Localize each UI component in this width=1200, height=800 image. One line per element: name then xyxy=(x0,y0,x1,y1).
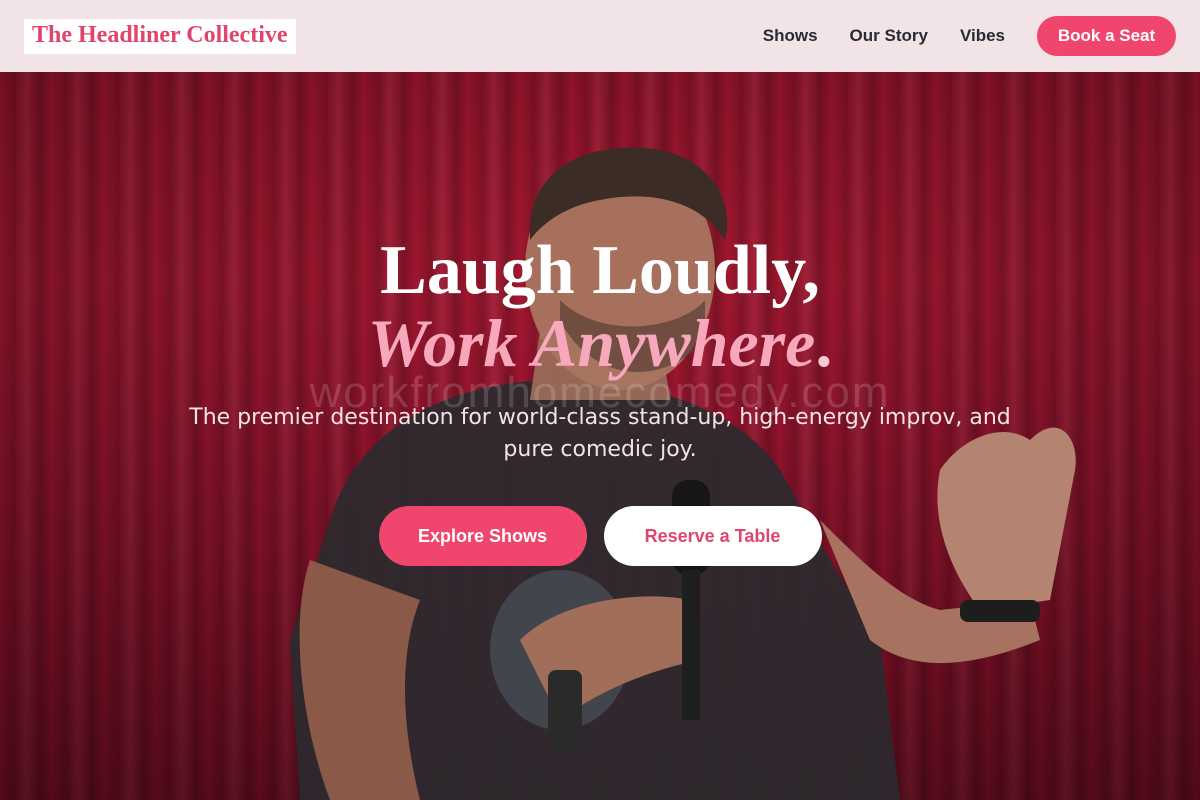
explore-shows-button[interactable]: Explore Shows xyxy=(378,506,587,566)
nav-link-our-story[interactable]: Our Story xyxy=(850,26,928,46)
hero-section: workfromhomecomedy.com xyxy=(0,0,1200,800)
hero-headline-line2: Work Anywhere. xyxy=(0,305,1200,381)
reserve-table-button[interactable]: Reserve a Table xyxy=(603,506,822,566)
hero-cta-group: Explore Shows Reserve a Table xyxy=(0,506,1200,566)
main-nav: Shows Our Story Vibes Book a Seat xyxy=(731,16,1176,56)
hero-headline-line1: Laugh Loudly, xyxy=(380,232,820,309)
hero-headline-line2-text: Work Anywhere xyxy=(367,305,816,381)
hero-headline-period: . xyxy=(815,305,833,381)
site-logo[interactable]: The Headliner Collective xyxy=(24,18,296,54)
nav-link-shows[interactable]: Shows xyxy=(763,26,818,46)
hero-subtitle: The premier destination for world-class … xyxy=(189,405,1011,462)
nav-link-vibes[interactable]: Vibes xyxy=(960,26,1005,46)
site-header: The Headliner Collective Shows Our Story… xyxy=(0,0,1200,72)
book-seat-button[interactable]: Book a Seat xyxy=(1037,16,1176,56)
